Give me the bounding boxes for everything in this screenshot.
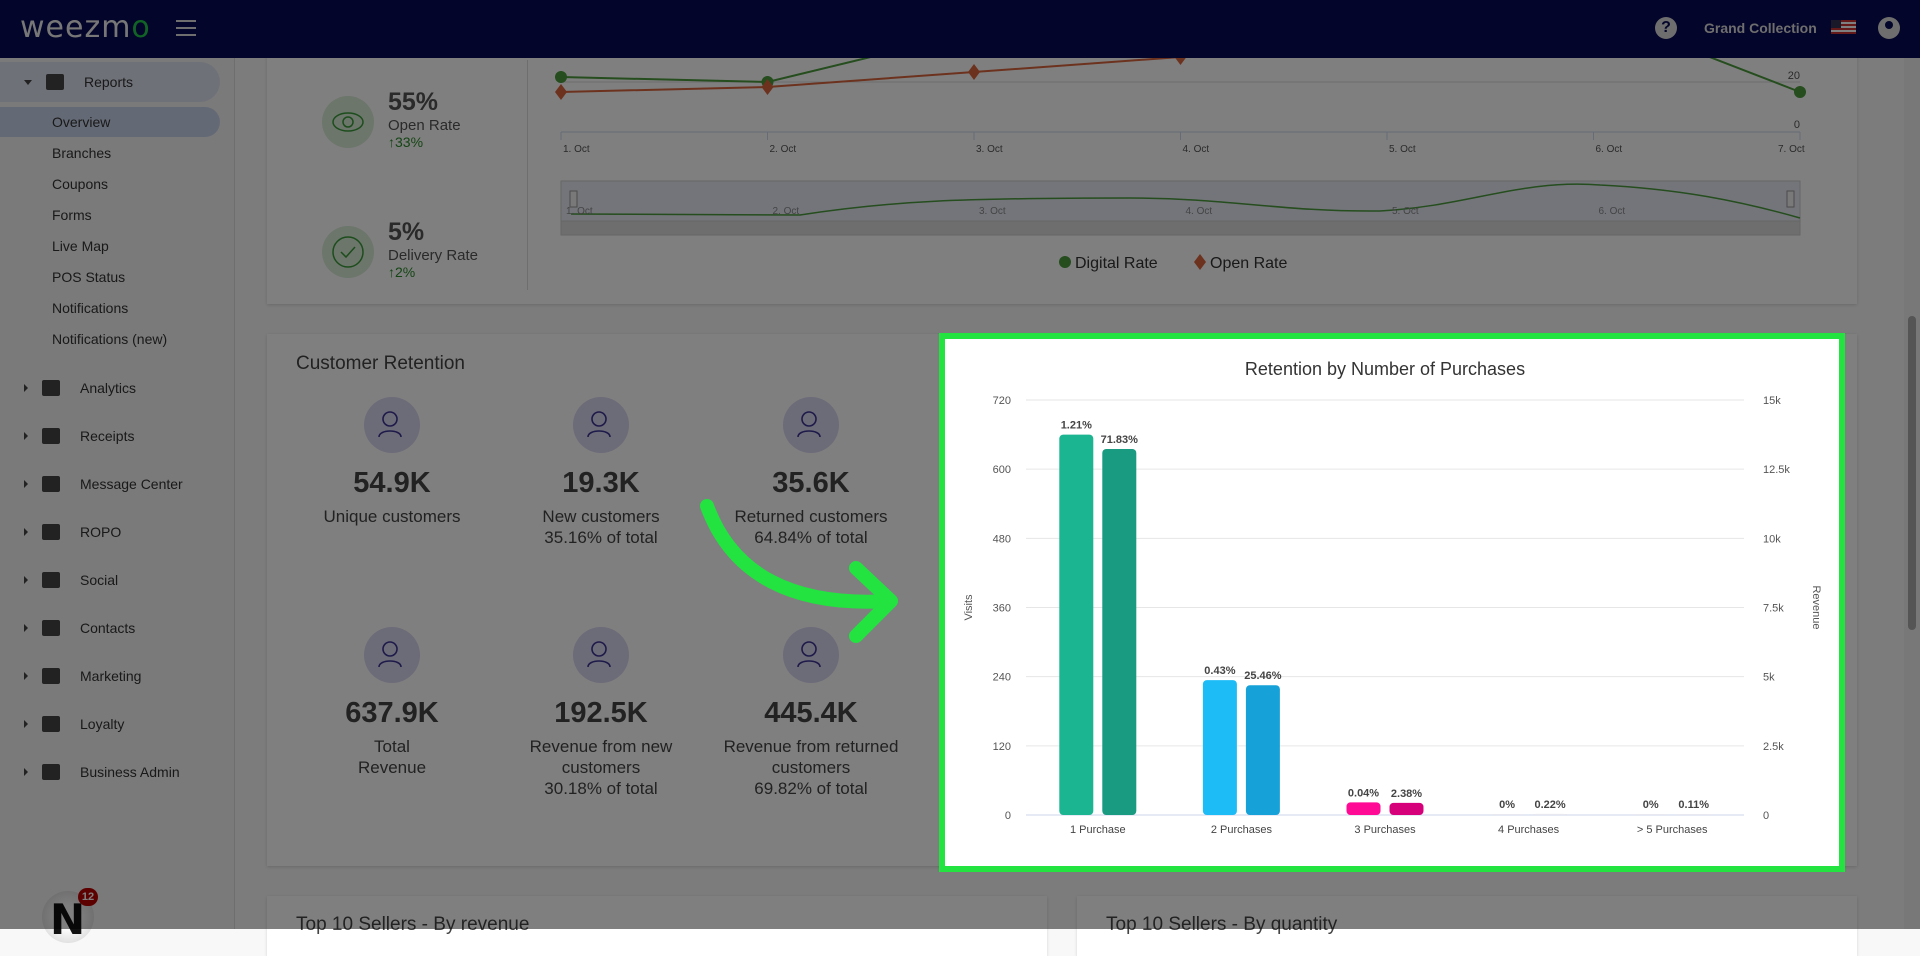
- y-tick-label: 360: [993, 603, 1011, 615]
- bar[interactable]: [1059, 434, 1094, 815]
- data-label: 0.43%: [1204, 665, 1235, 677]
- bar[interactable]: [1676, 814, 1711, 815]
- data-label: 0.04%: [1348, 787, 1379, 799]
- data-label: 2.38%: [1391, 788, 1422, 800]
- bar[interactable]: [1346, 802, 1381, 815]
- y-tick-label: 720: [993, 395, 1011, 407]
- data-label: 0.22%: [1534, 799, 1565, 811]
- y-tick-label: 240: [993, 672, 1011, 684]
- x-tick-label: 3 Purchases: [1354, 824, 1416, 836]
- y-axis-title: Visits: [963, 594, 975, 621]
- y-tick-label: 600: [993, 464, 1011, 476]
- y-right-axis-title: Revenue: [1810, 585, 1822, 629]
- data-label: 71.83%: [1101, 434, 1139, 446]
- retention-bar-chart: Retention by Number of Purchases 0 0 120 2.5…: [963, 359, 1822, 836]
- chart-title: Retention by Number of Purchases: [1245, 359, 1525, 379]
- y-right-tick-label: 5k: [1763, 672, 1775, 684]
- data-label: 0%: [1643, 799, 1659, 811]
- x-tick-label: > 5 Purchases: [1637, 824, 1708, 836]
- y-right-tick-label: 10k: [1763, 533, 1781, 545]
- y-right-tick-label: 15k: [1763, 395, 1781, 407]
- data-label: 25.46%: [1244, 670, 1282, 682]
- bar[interactable]: [1490, 814, 1525, 815]
- x-tick-label: 1 Purchase: [1070, 824, 1126, 836]
- bar[interactable]: [1633, 814, 1668, 815]
- data-label: 0%: [1499, 799, 1515, 811]
- y-right-tick-label: 12.5k: [1763, 464, 1790, 476]
- y-right-tick-label: 0: [1763, 810, 1769, 822]
- bar[interactable]: [1389, 802, 1424, 815]
- bar[interactable]: [1102, 448, 1137, 815]
- bar[interactable]: [1533, 813, 1568, 815]
- x-tick-label: 2 Purchases: [1211, 824, 1273, 836]
- bar[interactable]: [1245, 685, 1280, 815]
- x-tick-label: 4 Purchases: [1498, 824, 1560, 836]
- y-right-tick-label: 7.5k: [1763, 603, 1784, 615]
- data-label: 0.11%: [1678, 799, 1709, 811]
- y-right-tick-label: 2.5k: [1763, 741, 1784, 753]
- y-tick-label: 480: [993, 533, 1011, 545]
- y-tick-label: 0: [1005, 810, 1011, 822]
- y-tick-label: 120: [993, 741, 1011, 753]
- bar[interactable]: [1202, 680, 1237, 815]
- data-label: 1.21%: [1061, 420, 1092, 432]
- retention-chart-highlight: Retention by Number of Purchases 0 0 120 2.5…: [939, 333, 1845, 872]
